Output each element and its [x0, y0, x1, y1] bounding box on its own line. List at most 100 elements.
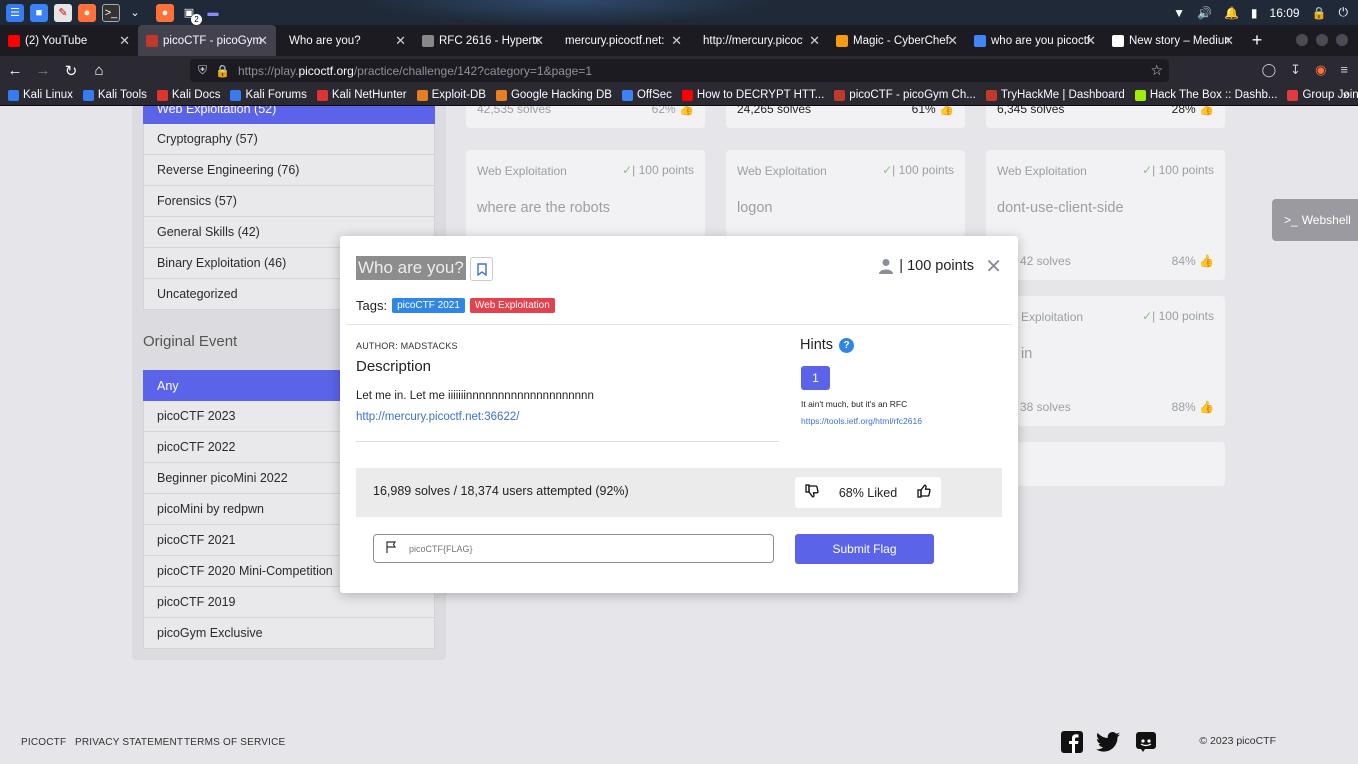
- browser-tab[interactable]: RFC 2616 - Hypertext✕: [414, 25, 552, 56]
- challenge-card[interactable]: Exploitation ✓| 100 points in 38 solves …: [986, 296, 1225, 426]
- hint-button[interactable]: 1: [801, 366, 830, 390]
- download-icon[interactable]: ↧: [1290, 62, 1301, 78]
- bookmark-item[interactable]: Hack The Box :: Dashb...: [1134, 89, 1277, 101]
- tab-close-icon[interactable]: ✕: [257, 33, 268, 49]
- browser-tab[interactable]: http://mercury.picoctf.ne ✕: [690, 25, 828, 56]
- files-icon[interactable]: ■: [30, 3, 48, 22]
- footer-link-picoctf[interactable]: PICOCTF: [21, 737, 66, 748]
- thumbs-up-icon[interactable]: [917, 484, 931, 501]
- category-item[interactable]: Reverse Engineering (76): [143, 155, 435, 186]
- hint-link[interactable]: https://tools.ietf.org/html/rfc2616: [801, 416, 922, 426]
- back-arrow-icon[interactable]: ←: [2, 58, 28, 84]
- extension-icon[interactable]: ◉: [1315, 62, 1326, 78]
- home-icon[interactable]: ⌂: [86, 58, 112, 84]
- terminal-window-icon[interactable]: ▣ 2: [180, 4, 202, 25]
- author: AUTHOR: MADSTACKS: [356, 341, 458, 351]
- forward-arrow-icon[interactable]: →: [30, 58, 56, 84]
- bookmark-item[interactable]: How to DECRYPT HTT...: [681, 89, 824, 101]
- network-icon[interactable]: ▼: [1173, 6, 1185, 20]
- volume-icon[interactable]: 🔊: [1197, 6, 1212, 20]
- browser-tab[interactable]: picoCTF - picoGym C ✕: [138, 25, 276, 56]
- bookmark-item[interactable]: Kali Tools: [82, 89, 147, 101]
- bookmark-item[interactable]: picoCTF - picoGym Ch...: [834, 89, 976, 101]
- terminal-icon[interactable]: >_: [102, 3, 120, 22]
- facebook-icon[interactable]: [1060, 730, 1084, 754]
- new-tab-icon[interactable]: +: [1242, 25, 1272, 56]
- battery-icon[interactable]: ▮: [1251, 6, 1258, 20]
- bookmark-item[interactable]: OffSec: [621, 89, 672, 101]
- chevron-down-icon[interactable]: ⌄: [126, 4, 144, 22]
- card-category: Web Exploitation: [997, 164, 1087, 178]
- notification-bell-icon[interactable]: 🔔: [1224, 6, 1239, 20]
- tag-web-exploitation[interactable]: Web Exploitation: [469, 298, 555, 313]
- browser-tab[interactable]: (2) YouTube ✕: [0, 25, 138, 56]
- browser-tab[interactable]: Who are you? ✕: [276, 25, 414, 56]
- lock-icon[interactable]: 🔒: [1312, 6, 1327, 20]
- discord-icon[interactable]: [1134, 730, 1158, 754]
- bookmark-item[interactable]: Kali NetHunter: [316, 89, 407, 101]
- bookmark-item[interactable]: Kali Linux: [8, 89, 73, 101]
- tab-close-icon[interactable]: ✕: [119, 33, 130, 49]
- browser-tab[interactable]: Magic - CyberChef ✕: [828, 25, 966, 56]
- event-item[interactable]: picoGym Exclusive: [143, 618, 435, 649]
- challenge-card[interactable]: 6,345 solves 28% 👍: [986, 106, 1225, 128]
- url-bar[interactable]: ⛨ 🔒 https://play. picoctf.org/practice/ch…: [190, 59, 1169, 82]
- flag-input-wrapper[interactable]: [373, 534, 774, 563]
- bookmark-item[interactable]: TryHackMe | Dashboard: [985, 89, 1125, 101]
- menu-icon[interactable]: ≡: [1340, 62, 1348, 78]
- challenge-card[interactable]: 42,535 solves 62% 👍: [466, 106, 705, 128]
- workspace-icon[interactable]: ▬: [204, 4, 222, 22]
- kali-menu-icon[interactable]: ☰: [6, 3, 24, 22]
- bookmark-item[interactable]: Kali Docs: [156, 89, 220, 101]
- tab-close-icon[interactable]: ✕: [1085, 33, 1096, 49]
- reload-icon[interactable]: ↻: [58, 58, 84, 84]
- shield-icon[interactable]: ⛨: [198, 63, 207, 78]
- thumbs-down-icon[interactable]: [805, 484, 819, 501]
- challenge-card[interactable]: 24,265 solves 61% 👍: [726, 106, 965, 128]
- clock[interactable]: 16:09: [1270, 6, 1300, 20]
- card-points: ✓| 100 points: [882, 163, 954, 177]
- firefox-window-icon[interactable]: ●: [156, 3, 174, 22]
- bookmark-favicon-icon: [82, 89, 94, 101]
- tab-close-icon[interactable]: ✕: [947, 33, 958, 49]
- bookmark-star-icon[interactable]: ☆: [1150, 62, 1163, 79]
- help-icon[interactable]: ?: [839, 337, 855, 353]
- lock-icon[interactable]: 🔒: [215, 64, 230, 78]
- power-icon[interactable]: ⏻: [1339, 5, 1349, 20]
- bookmark-item[interactable]: Kali Forums: [230, 89, 307, 101]
- challenge-link[interactable]: http://mercury.picoctf.net:36622/: [356, 411, 519, 423]
- tab-close-icon[interactable]: ✕: [809, 33, 820, 49]
- category-item[interactable]: Forensics (57): [143, 186, 435, 217]
- tab-close-icon[interactable]: ✕: [395, 33, 406, 49]
- maximize-window-icon[interactable]: [1316, 34, 1328, 46]
- bookmark-favicon-icon: [1287, 89, 1299, 101]
- tab-close-icon[interactable]: ✕: [533, 33, 544, 49]
- twitter-icon[interactable]: [1096, 730, 1120, 754]
- category-item[interactable]: Cryptography (57): [143, 124, 435, 155]
- pocket-icon[interactable]: ◯: [1262, 62, 1277, 78]
- footer-link-terms[interactable]: TERMS OF SERVICE: [184, 737, 285, 748]
- card-like-pct: 88% 👍: [1171, 400, 1214, 414]
- tab-close-icon[interactable]: ✕: [1223, 33, 1234, 49]
- bookmark-button[interactable]: [470, 257, 493, 281]
- firefox-icon[interactable]: ●: [78, 3, 96, 22]
- bookmark-item[interactable]: Google Hacking DB: [495, 89, 612, 101]
- browser-tab[interactable]: who are you picoctf w ✕: [966, 25, 1104, 56]
- tag-picoctf-2021[interactable]: picoCTF 2021: [392, 298, 465, 313]
- submit-flag-button[interactable]: Submit Flag: [795, 534, 934, 564]
- close-icon[interactable]: ✕: [985, 254, 1002, 279]
- footer-link-privacy[interactable]: PRIVACY STATEMENT: [75, 737, 183, 748]
- bookmarks-overflow-icon[interactable]: »: [1343, 87, 1350, 102]
- tab-close-icon[interactable]: ✕: [671, 33, 682, 49]
- browser-tab[interactable]: New story – Medium ✕: [1104, 25, 1242, 56]
- webshell-button[interactable]: >_ Webshell: [1272, 199, 1358, 241]
- browser-tab[interactable]: mercury.picoctf.net:3762 ✕: [552, 25, 690, 56]
- flag-input[interactable]: [409, 543, 749, 554]
- minimize-window-icon[interactable]: [1296, 34, 1308, 46]
- stats-panel: 16,989 solves / 18,374 users attempted (…: [356, 468, 1002, 517]
- challenge-card-client-side[interactable]: Web Exploitation ✓| 100 points dont-use-…: [986, 150, 1225, 280]
- bookmark-item[interactable]: Exploit-DB: [416, 89, 486, 101]
- close-window-icon[interactable]: [1336, 34, 1348, 46]
- text-editor-icon[interactable]: ✎: [54, 3, 72, 22]
- category-item[interactable]: Web Exploitation (52): [143, 106, 435, 124]
